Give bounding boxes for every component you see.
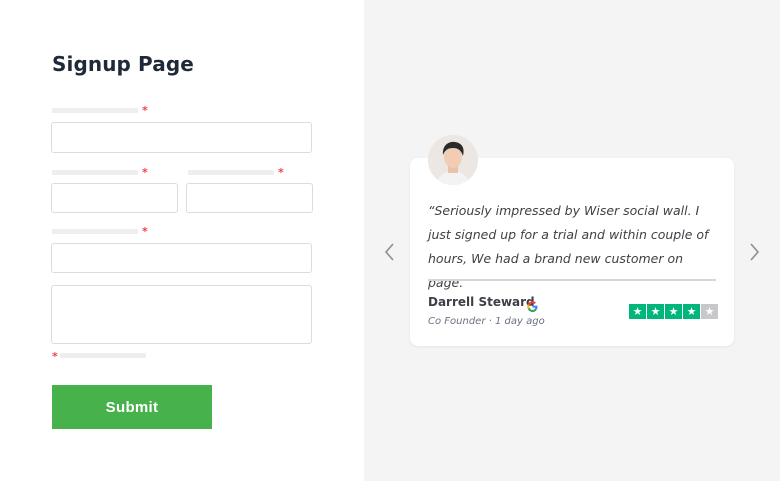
required-marker: * — [142, 104, 148, 117]
author-name: Darrell Steward — [428, 295, 535, 309]
field-label-placeholder — [188, 170, 274, 175]
text-input[interactable] — [51, 183, 178, 213]
star-icon: ★ — [629, 304, 646, 319]
consent-label-placeholder[interactable] — [60, 353, 146, 358]
submit-button[interactable]: Submit — [52, 385, 212, 429]
field-label-placeholder — [52, 108, 138, 113]
card-divider — [428, 279, 716, 281]
text-input[interactable] — [51, 243, 312, 273]
required-marker: * — [278, 166, 284, 179]
avatar — [428, 135, 478, 185]
star-icon: ★ — [701, 304, 718, 319]
page-title: Signup Page — [52, 52, 194, 76]
post-time: 1 day ago — [495, 316, 545, 327]
star-icon: ★ — [683, 304, 700, 319]
author-role: Co Founder — [428, 316, 486, 327]
required-marker: * — [142, 225, 148, 238]
text-input[interactable] — [186, 183, 313, 213]
field-label-placeholder — [52, 170, 138, 175]
star-rating: ★ ★ ★ ★ ★ — [629, 304, 718, 319]
required-marker: * — [142, 166, 148, 179]
chevron-left-icon[interactable] — [383, 242, 397, 262]
star-icon: ★ — [665, 304, 682, 319]
meta-separator: · — [488, 316, 492, 327]
required-marker: * — [52, 350, 58, 363]
field-label-placeholder — [52, 229, 138, 234]
chevron-right-icon[interactable] — [747, 242, 761, 262]
text-input[interactable] — [51, 122, 312, 153]
textarea[interactable] — [51, 285, 312, 344]
signup-form-panel: Signup Page * * * * * Submit — [0, 0, 364, 481]
author-meta: Co Founder · 1 day ago — [428, 316, 545, 327]
star-icon: ★ — [647, 304, 664, 319]
google-icon — [527, 297, 538, 312]
